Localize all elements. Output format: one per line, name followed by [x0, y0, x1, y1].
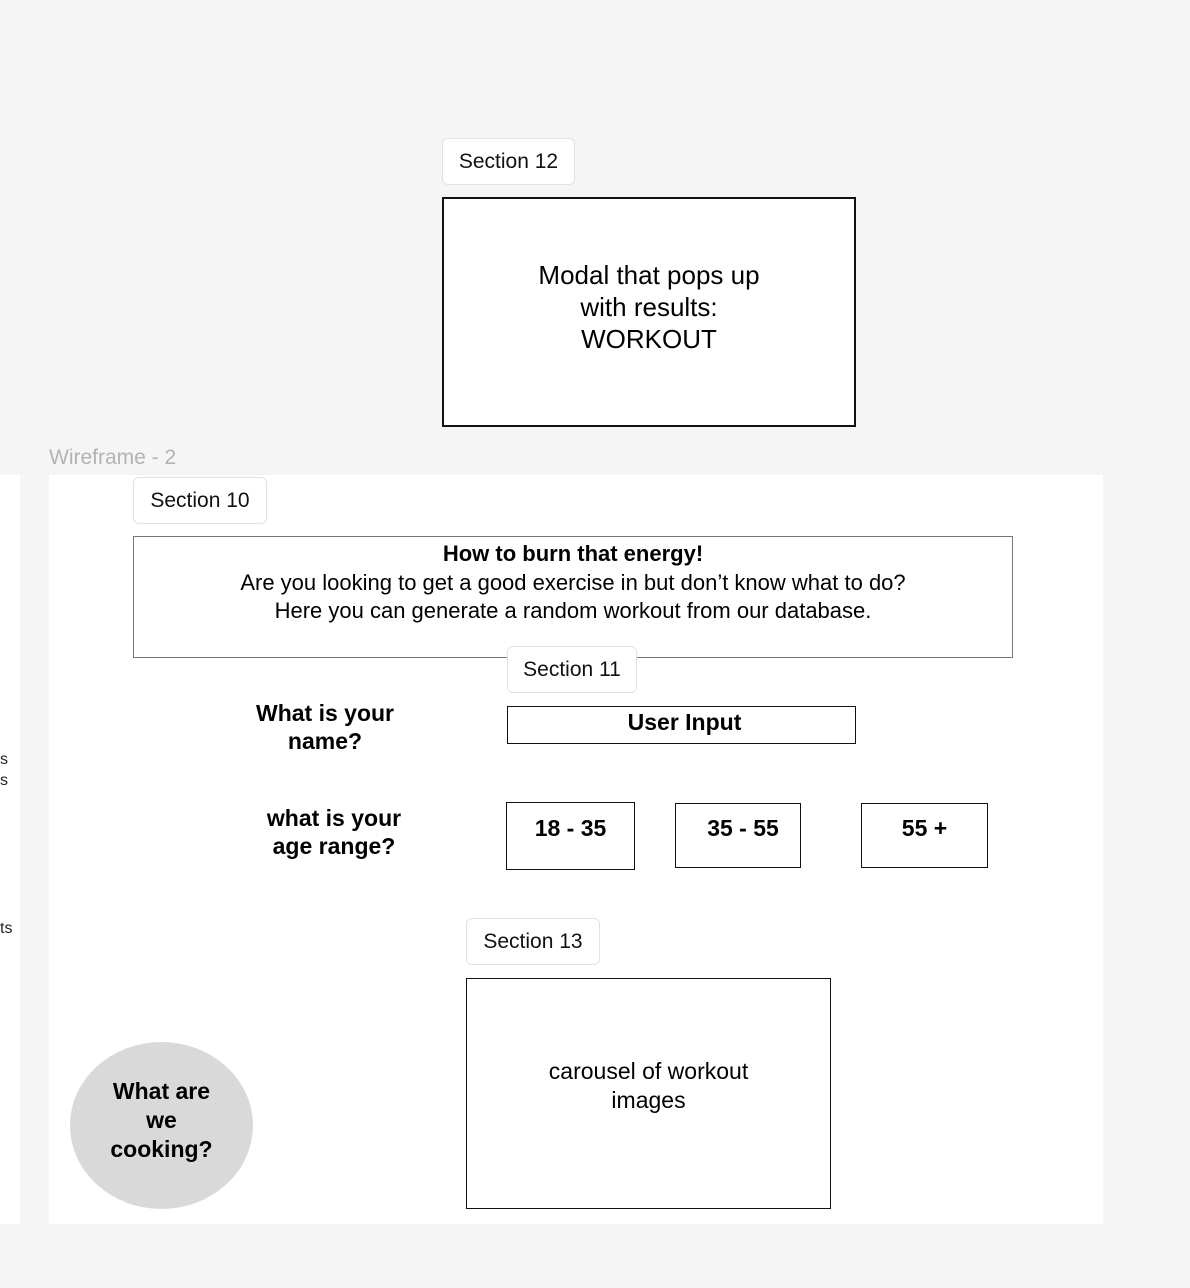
- section-11-tag[interactable]: Section 11: [507, 646, 637, 693]
- section-13-tag[interactable]: Section 13: [466, 918, 600, 965]
- what-are-we-cooking-button[interactable]: What are we cooking?: [70, 1042, 253, 1209]
- left-frame-edge-text-2: ts: [0, 920, 13, 937]
- left-frame-edge-text: s s: [0, 751, 8, 789]
- age-option-18-35[interactable]: 18 - 35: [506, 802, 635, 870]
- age-option-35-55[interactable]: 35 - 55: [675, 803, 801, 868]
- section-12-tag[interactable]: Section 12: [442, 138, 575, 185]
- age-option-55-plus[interactable]: 55 +: [861, 803, 988, 868]
- intro-line-2: Here you can generate a random workout f…: [274, 598, 872, 623]
- results-modal-placeholder: Modal that pops up with results: WORKOUT: [442, 197, 856, 427]
- intro-heading: How to burn that energy!: [442, 541, 704, 566]
- age-question-label: what is your age range?: [266, 805, 402, 859]
- intro-text-box: How to burn that energy! Are you looking…: [133, 536, 1013, 658]
- name-input-field[interactable]: User Input: [507, 706, 856, 744]
- intro-line-1: Are you looking to get a good exercise i…: [240, 570, 906, 595]
- left-frame: [0, 475, 20, 1224]
- name-question-label: What is your name?: [255, 700, 394, 754]
- section-10-tag[interactable]: Section 10: [133, 477, 267, 524]
- wireframe-label[interactable]: Wireframe - 2: [49, 445, 176, 471]
- workout-carousel-placeholder: carousel of workout images: [466, 978, 831, 1209]
